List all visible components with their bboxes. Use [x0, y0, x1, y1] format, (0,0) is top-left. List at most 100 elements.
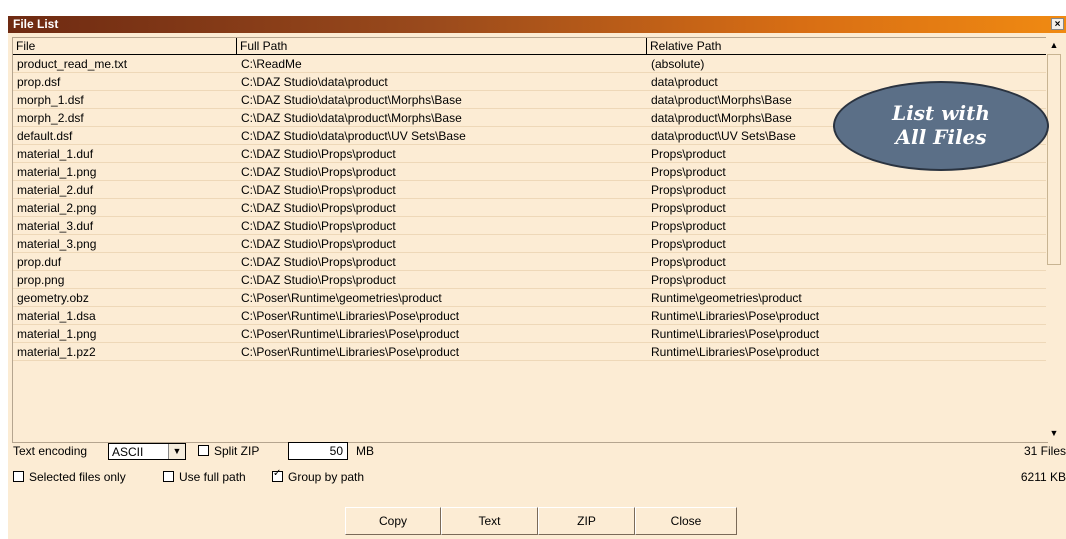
cell-relative-path: Runtime\geometries\product — [651, 291, 802, 305]
zip-button[interactable]: ZIP — [538, 507, 635, 535]
table-row[interactable]: prop.duf C:\DAZ Studio\Props\product Props… — [13, 253, 1047, 271]
table-row[interactable]: material_2.png C:\DAZ Studio\Props\produc… — [13, 199, 1047, 217]
total-size: 6211 KB — [1020, 470, 1066, 484]
cell-full-path: C:\DAZ Studio\Props\product — [241, 165, 396, 179]
vertical-scrollbar[interactable]: ▲ ▼ — [1046, 37, 1062, 442]
encoding-label: Text encoding — [13, 444, 88, 458]
callout-line-1: List with — [892, 101, 990, 125]
table-row[interactable]: geometry.obz C:\Poser\Runtime\geometries\… — [13, 289, 1047, 307]
cell-relative-path: data\product\UV Sets\Base — [651, 129, 796, 143]
selected-only-label: Selected files only — [29, 470, 126, 484]
cell-file: material_3.duf — [17, 219, 94, 233]
split-zip-label: Split ZIP — [214, 444, 260, 458]
cell-file: morph_1.dsf — [17, 93, 84, 107]
table-row[interactable]: prop.png C:\DAZ Studio\Props\product Props… — [13, 271, 1047, 289]
cell-relative-path: Props\product — [651, 255, 726, 269]
cell-file: prop.png — [17, 273, 65, 287]
table-row[interactable]: product_read_me.txt C:\ReadMe (absolute) — [13, 55, 1047, 73]
cell-file: material_3.png — [17, 237, 97, 251]
cell-full-path: C:\DAZ Studio\Props\product — [241, 255, 396, 269]
callout-annotation: List with All Files — [833, 81, 1049, 171]
encoding-value: ASCII — [112, 445, 144, 459]
cell-full-path: C:\DAZ Studio\Props\product — [241, 147, 396, 161]
cell-full-path: C:\DAZ Studio\Props\product — [241, 219, 396, 233]
cell-relative-path: Props\product — [651, 183, 726, 197]
selected-only-option[interactable]: Selected files only — [13, 470, 126, 484]
cell-file: morph_2.dsf — [17, 111, 84, 125]
group-by-path-option[interactable]: Group by path — [272, 468, 365, 484]
copy-button[interactable]: Copy — [345, 507, 441, 535]
cell-full-path: C:\DAZ Studio\Props\product — [241, 237, 396, 251]
table-row[interactable]: material_1.pz2 C:\Poser\Runtime\Libraries… — [13, 343, 1047, 361]
cell-file: material_1.png — [17, 165, 97, 179]
cell-relative-path: Props\product — [651, 237, 726, 251]
cell-file: material_2.png — [17, 201, 97, 215]
cell-file: geometry.obz — [17, 291, 89, 305]
split-zip-checkbox[interactable] — [198, 445, 209, 456]
cell-full-path: C:\DAZ Studio\data\product\Morphs\Base — [241, 93, 462, 107]
scroll-down-icon[interactable]: ▼ — [1046, 425, 1062, 441]
cell-full-path: C:\ReadMe — [241, 57, 302, 71]
callout-line-2: All Files — [895, 125, 987, 149]
cell-file: prop.dsf — [17, 75, 61, 89]
table-row[interactable]: material_2.duf C:\DAZ Studio\Props\produc… — [13, 181, 1047, 199]
column-header-relative-path[interactable]: Relative Path — [647, 38, 1047, 55]
table-row[interactable]: material_1.dsa C:\Poser\Runtime\Libraries… — [13, 307, 1047, 325]
scroll-up-icon[interactable]: ▲ — [1046, 37, 1062, 53]
full-path-option[interactable]: Use full path — [163, 470, 246, 484]
close-icon[interactable]: × — [1051, 18, 1064, 30]
full-path-label: Use full path — [179, 470, 246, 484]
scroll-thumb[interactable] — [1047, 54, 1061, 265]
table-row[interactable]: material_3.png C:\DAZ Studio\Props\produc… — [13, 235, 1047, 253]
cell-full-path: C:\Poser\Runtime\Libraries\Pose\product — [241, 345, 460, 359]
cell-file: material_1.dsa — [17, 309, 96, 323]
cell-relative-path: Runtime\Libraries\Pose\product — [651, 345, 820, 359]
close-button[interactable]: Close — [635, 507, 737, 535]
group-by-path-label: Group by path — [288, 470, 365, 484]
cell-relative-path: Runtime\Libraries\Pose\product — [651, 309, 820, 323]
cell-file: product_read_me.txt — [17, 57, 128, 71]
table-row[interactable]: material_3.duf C:\DAZ Studio\Props\produc… — [13, 217, 1047, 235]
full-path-checkbox[interactable] — [163, 471, 174, 482]
cell-full-path: C:\DAZ Studio\Props\product — [241, 183, 396, 197]
row-divider — [13, 360, 1047, 361]
cell-relative-path: Props\product — [651, 201, 726, 215]
cell-relative-path: data\product\Morphs\Base — [651, 111, 792, 125]
cell-full-path: C:\DAZ Studio\data\product\Morphs\Base — [241, 111, 462, 125]
cell-relative-path: Runtime\Libraries\Pose\product — [651, 327, 820, 341]
cell-relative-path: Props\product — [651, 273, 726, 287]
cell-relative-path: Props\product — [651, 165, 726, 179]
cell-full-path: C:\Poser\Runtime\Libraries\Pose\product — [241, 309, 460, 323]
file-count: 31 Files — [1023, 444, 1066, 458]
file-list-window: File List × File Full Path Relative Path… — [8, 16, 1066, 539]
cell-full-path: C:\DAZ Studio\data\product — [241, 75, 388, 89]
cell-full-path: C:\Poser\Runtime\geometries\product — [241, 291, 442, 305]
column-header-full-path[interactable]: Full Path — [237, 38, 647, 55]
split-zip-option[interactable]: Split ZIP — [198, 444, 259, 458]
cell-full-path: C:\DAZ Studio\Props\product — [241, 201, 396, 215]
split-size-input[interactable]: 50 — [288, 442, 348, 460]
text-button[interactable]: Text — [441, 507, 538, 535]
window-title: File List — [13, 17, 59, 31]
cell-file: material_1.pz2 — [17, 345, 96, 359]
cell-file: default.dsf — [17, 129, 73, 143]
cell-file: material_1.png — [17, 327, 97, 341]
chevron-down-icon[interactable]: ▼ — [168, 444, 185, 459]
cell-full-path: C:\DAZ Studio\Props\product — [241, 273, 396, 287]
encoding-select[interactable]: ASCII ▼ — [108, 443, 186, 460]
cell-full-path: C:\Poser\Runtime\Libraries\Pose\product — [241, 327, 460, 341]
cell-file: material_2.duf — [17, 183, 94, 197]
column-header-file[interactable]: File — [13, 38, 237, 55]
cell-file: material_1.duf — [17, 147, 94, 161]
cell-relative-path: data\product — [651, 75, 718, 89]
title-bar[interactable]: File List × — [8, 16, 1066, 33]
table-row[interactable]: material_1.png C:\Poser\Runtime\Libraries… — [13, 325, 1047, 343]
group-by-path-checkbox[interactable] — [272, 468, 283, 482]
cell-relative-path: (absolute) — [651, 57, 705, 71]
cell-relative-path: Props\product — [651, 147, 726, 161]
cell-relative-path: data\product\Morphs\Base — [651, 93, 792, 107]
cell-relative-path: Props\product — [651, 219, 726, 233]
selected-only-checkbox[interactable] — [13, 471, 24, 482]
cell-file: prop.duf — [17, 255, 62, 269]
cell-full-path: C:\DAZ Studio\data\product\UV Sets\Base — [241, 129, 466, 143]
